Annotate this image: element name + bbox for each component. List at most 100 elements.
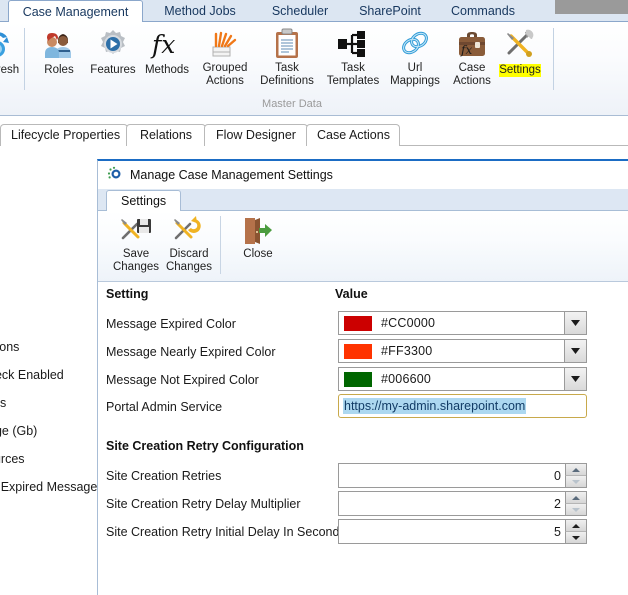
input-portal-admin-service[interactable]: https://my-admin.sharepoint.com [338,394,587,418]
toolbar-separator [220,216,221,274]
spinner-down-icon[interactable] [565,531,586,543]
ribbon-tab-label: Commands [451,4,515,18]
ribbon-button-label: Task Templates [326,62,380,87]
ribbon-tab-strip: Case Management Method Jobs Scheduler Sh… [0,0,628,23]
combobox-message-expired-color[interactable]: #CC0000 [338,311,587,335]
spinner-buttons[interactable] [565,464,586,487]
tab-case-actions[interactable]: Case Actions [306,124,400,146]
ribbon-button-task-templates[interactable]: Task Templates [320,26,386,88]
spinner-site-creation-retries[interactable]: 0 [338,463,587,488]
spinner-up-icon[interactable] [565,520,586,531]
dialog-title-text: Manage Case Management Settings [130,168,333,182]
spinner-site-creation-retry-initial-delay[interactable]: 5 [338,519,587,544]
column-header-value: Value [335,287,368,301]
label-portal-admin-service: Portal Admin Service [106,400,223,414]
save-tools-icon [108,214,164,248]
ribbon-tab-case-management[interactable]: Case Management [8,0,143,23]
spinner-buttons[interactable] [565,492,586,515]
ribbon-tab-label: Method Jobs [164,4,236,18]
tab-label: Flow Designer [216,128,296,142]
combobox-value: #FF3300 [381,344,433,358]
door-exit-icon [230,214,286,248]
ribbon-button-refresh[interactable]: Refresh [0,26,28,77]
settings-form: Setting Value Message Expired Color #CC0… [98,282,628,595]
input-value: https://my-admin.sharepoint.com [343,398,527,414]
discard-tools-icon [161,214,217,248]
spinner-buttons[interactable] [565,520,586,543]
tab-label: Case Actions [317,128,390,142]
ribbon-tab-method-jobs[interactable]: Method Jobs [150,1,250,22]
label-message-nearly-expired-color: Message Nearly Expired Color [106,345,276,359]
secondary-tab-strip: Lifecycle Properties Relations Flow Desi… [0,124,628,146]
spinner-up-icon[interactable] [565,492,586,503]
dialog-tab-label: Settings [121,194,167,208]
clipboard-icon [253,26,321,62]
manage-settings-dialog: Manage Case Management Settings Settings… [97,159,628,595]
ribbon-button-label: Grouped Actions [202,62,248,87]
label-site-creation-retry-delay-multiplier: Site Creation Retry Delay Multiplier [106,497,301,511]
ribbon-button-settings[interactable]: Settings [494,26,546,77]
ribbon-button-features[interactable]: Features [84,26,142,77]
ribbon-button-task-definitions[interactable]: Task Definitions [253,26,321,88]
ribbon-button-methods[interactable]: fx Methods [138,26,196,77]
background-label: ources [0,452,25,466]
spinner-up-icon[interactable] [565,464,586,475]
ribbon-button-label: Methods [144,64,190,76]
refresh-icon [0,26,28,62]
spinner-site-creation-retry-delay-multiplier[interactable]: 2 [338,491,587,516]
section-header-site-creation-retry: Site Creation Retry Configuration [106,439,304,453]
tab-lifecycle-properties[interactable]: Lifecycle Properties [0,124,128,146]
ribbon: Case Management Method Jobs Scheduler Sh… [0,0,628,117]
discard-changes-button[interactable]: Discard Changes [161,214,217,274]
tools-settings-icon [494,26,546,62]
combobox-value: #006600 [381,372,432,386]
roles-people-icon [31,26,87,62]
chevron-down-icon[interactable] [564,312,586,334]
ribbon-tab-scheduler[interactable]: Scheduler [258,1,342,22]
ribbon-tab-label: Case Management [22,5,129,19]
ribbon-button-roles[interactable]: Roles [31,26,87,77]
ribbon-tab-label: Scheduler [271,4,329,18]
svg-text:fx: fx [150,30,175,59]
column-header-setting: Setting [106,287,149,301]
save-changes-button[interactable]: Save Changes [108,214,164,274]
ribbon-button-label: Settings [499,64,541,77]
close-label: Close [243,248,273,260]
combobox-message-not-expired-color[interactable]: #006600 [338,367,587,391]
ribbon-button-label: Url Mappings [390,62,440,87]
ribbon-tab-sharepoint[interactable]: SharePoint [344,1,436,22]
spinner-down-icon[interactable] [565,503,586,515]
combobox-message-nearly-expired-color[interactable]: #FF3300 [338,339,587,363]
background-label: ssions [0,340,20,354]
ribbon-button-label: Case Actions [453,62,491,87]
dialog-toolbar: Save Changes Discard Changes Close [98,211,628,282]
background-label: age (Gb) [0,424,38,438]
background-label: heck Enabled [0,368,64,382]
tab-relations[interactable]: Relations [126,124,206,146]
close-button[interactable]: Close [230,214,286,261]
background-label: y Expired Message [0,480,98,494]
label-message-not-expired-color: Message Not Expired Color [106,373,259,387]
color-swatch [344,343,372,359]
ribbon-button-label: Refresh [0,64,20,76]
color-swatch [344,371,372,387]
tab-flow-designer[interactable]: Flow Designer [204,124,308,146]
color-swatch [344,315,372,331]
discard-changes-label-line2: Changes [165,261,213,273]
methods-fx-icon: fx [138,26,196,62]
ribbon-button-grouped-actions[interactable]: Grouped Actions [196,26,254,88]
ribbon-tab-commands[interactable]: Commands [438,1,528,22]
tab-label: Relations [139,128,193,142]
dialog-tab-settings[interactable]: Settings [106,190,182,212]
features-gear-icon [84,26,142,62]
ribbon-button-label: Features [90,64,136,76]
tab-label: Lifecycle Properties [11,128,121,142]
combobox-value: #CC0000 [381,316,436,330]
orbit-settings-icon [106,165,123,185]
spinner-down-icon[interactable] [565,475,586,487]
ribbon-button-url-mappings[interactable]: Url Mappings [385,26,445,88]
ribbon-button-case-actions[interactable]: fx Case Actions [446,26,498,88]
chevron-down-icon[interactable] [564,340,586,362]
chevron-down-icon[interactable] [564,368,586,390]
ribbon-button-label: Task Definitions [260,62,314,87]
